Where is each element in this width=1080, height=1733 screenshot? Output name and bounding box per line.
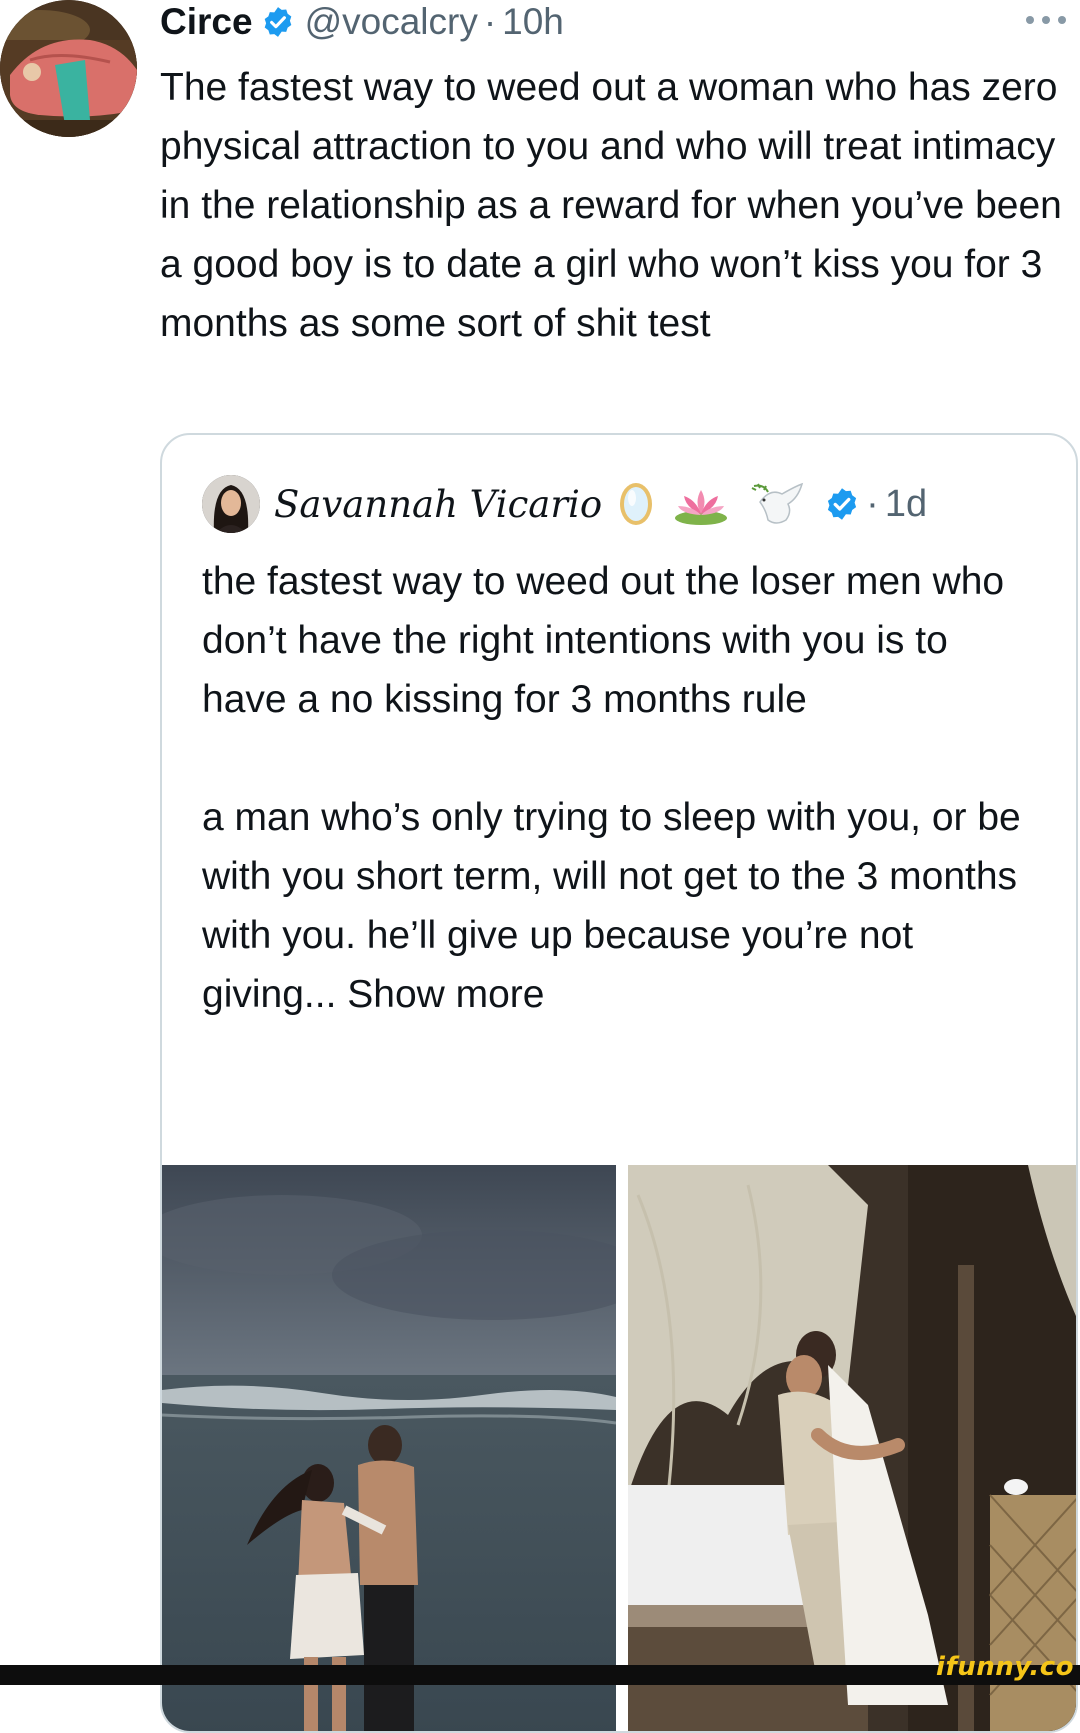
quoted-tweet-timestamp[interactable]: 1d: [885, 483, 927, 526]
lotus-emoji: [675, 490, 728, 525]
author-avatar[interactable]: [0, 0, 137, 137]
separator-dot: ·: [866, 482, 879, 525]
ifunny-watermark: ifunny.co: [936, 1652, 1074, 1682]
more-options-icon[interactable]: [1024, 14, 1068, 26]
author-name[interactable]: Circe: [160, 1, 253, 43]
quoted-tweet-media: [162, 1165, 1076, 1731]
quoted-tweet-text: the fastest way to weed out the loser me…: [202, 560, 1021, 1016]
beach-couple-photo[interactable]: [162, 1165, 616, 1731]
verified-badge-icon: [264, 7, 291, 37]
dove-emoji: [751, 482, 804, 524]
verified-badge-icon: [828, 488, 857, 520]
author-handle[interactable]: @vocalcry: [305, 1, 478, 43]
footer-bar: [0, 1665, 1080, 1685]
quoted-tweet-card[interactable]: Savannah Vicario · 1d the fastest way to: [160, 433, 1078, 1733]
mirror-emoji: [620, 483, 653, 525]
tweet-header: Circe @vocalcry · 10h: [160, 0, 564, 44]
quoted-author-name[interactable]: Savannah Vicario: [274, 483, 602, 526]
separator-dot: ·: [483, 1, 497, 42]
quoted-author-avatar[interactable]: [202, 475, 260, 533]
tweet-timestamp[interactable]: 10h: [502, 1, 564, 43]
canopy-bed-couple-photo[interactable]: [628, 1165, 1076, 1731]
quoted-tweet-header: Savannah Vicario · 1d: [202, 475, 927, 533]
tweet-text: The fastest way to weed out a woman who …: [160, 66, 1062, 345]
